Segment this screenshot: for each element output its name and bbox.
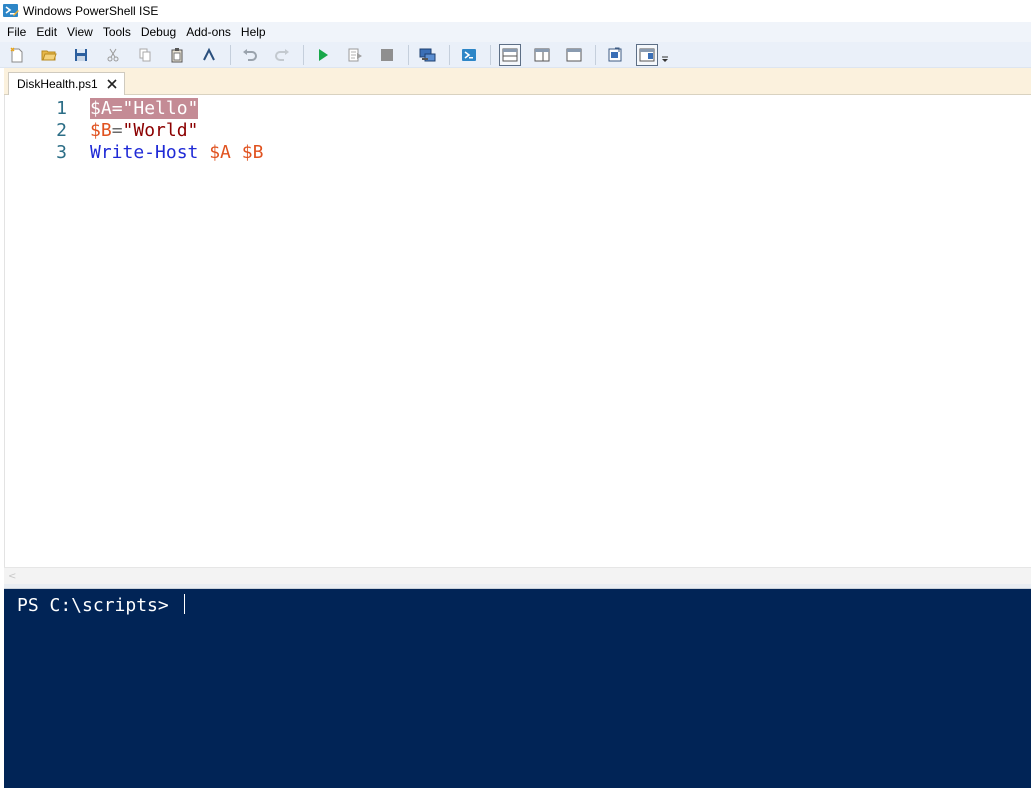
run-selection-icon[interactable] [344,44,366,66]
code-line[interactable]: 1 $A="Hello" [5,98,1005,120]
menu-debug[interactable]: Debug [136,23,181,41]
code-text: Write-Host $A $B [90,142,263,164]
layout-script-max-icon[interactable] [563,44,585,66]
remote-powershell-icon[interactable] [417,44,439,66]
code-token: "Hello" [122,98,199,119]
menu-tools[interactable]: Tools [98,23,136,41]
layout-script-top-icon[interactable] [499,43,521,66]
customize-toolbar-icon[interactable] [660,44,670,66]
toolbar-separator [595,44,596,65]
code-line[interactable]: 3 Write-Host $A $B [5,142,1005,164]
clear-icon[interactable] [198,44,220,66]
line-number: 1 [56,98,67,119]
toolbar-separator [408,44,409,65]
code-token: $B [90,120,112,141]
menu-view[interactable]: View [62,23,98,41]
show-command-addon-icon[interactable] [636,43,658,66]
run-icon[interactable] [312,44,334,66]
script-editor[interactable]: 1 $A="Hello" 2 $B="World" 3 Write-Host $A $B [4,95,1031,567]
menu-add-ons[interactable]: Add-ons [181,23,236,41]
layout-script-right-icon[interactable] [531,44,553,66]
toolbar [0,42,1031,68]
new-icon[interactable] [6,44,28,66]
copy-icon[interactable] [134,44,156,66]
title-bar: Windows PowerShell ISE [0,0,1031,22]
close-icon[interactable] [106,78,118,90]
text-caret [183,594,185,614]
code-token: Write-Host [90,142,199,163]
open-icon[interactable] [38,44,60,66]
menu-help[interactable]: Help [236,23,271,41]
tab-label: DiskHealth.ps1 [17,77,98,91]
script-tab-strip: DiskHealth.ps1 [0,68,1031,95]
paste-icon[interactable] [166,44,188,66]
redo-icon[interactable] [271,44,293,66]
console-prompt: PS C:\scripts> [17,595,180,616]
line-number: 3 [56,142,67,163]
code-token: $B [241,142,264,163]
code-text: $A="Hello" [90,98,199,120]
code-token: = [111,120,123,141]
undo-icon[interactable] [239,44,261,66]
code-token: $A [209,142,231,163]
menu-bar: File Edit View Tools Debug Add-ons Help [0,22,1031,42]
menu-file[interactable]: File [2,23,31,41]
scroll-left-icon[interactable]: < [8,571,16,582]
toolbar-separator [230,44,231,65]
toolbar-separator [490,44,491,65]
cut-icon[interactable] [102,44,124,66]
console-prompt-line[interactable]: PS C:\scripts> [17,594,185,616]
tab-diskhealth[interactable]: DiskHealth.ps1 [8,72,125,95]
menu-edit[interactable]: Edit [31,23,62,41]
toolbar-separator [303,44,304,65]
code-text: $B="World" [90,120,198,142]
console-pane[interactable]: PS C:\scripts> [4,589,1031,788]
powershell-console-icon[interactable] [458,44,480,66]
window-title: Windows PowerShell ISE [23,4,159,18]
toolbar-separator [449,44,450,65]
save-icon[interactable] [70,44,92,66]
show-script-pane-icon[interactable] [604,44,626,66]
line-number: 2 [56,120,67,141]
code-line[interactable]: 2 $B="World" [5,120,1005,142]
stop-icon[interactable] [376,44,398,66]
code-token: "World" [122,120,199,141]
horizontal-scrollbar[interactable]: < [4,567,1031,584]
powershell-ise-app-icon [3,3,19,19]
code-token: = [111,98,123,119]
code-token: $A [90,98,112,119]
